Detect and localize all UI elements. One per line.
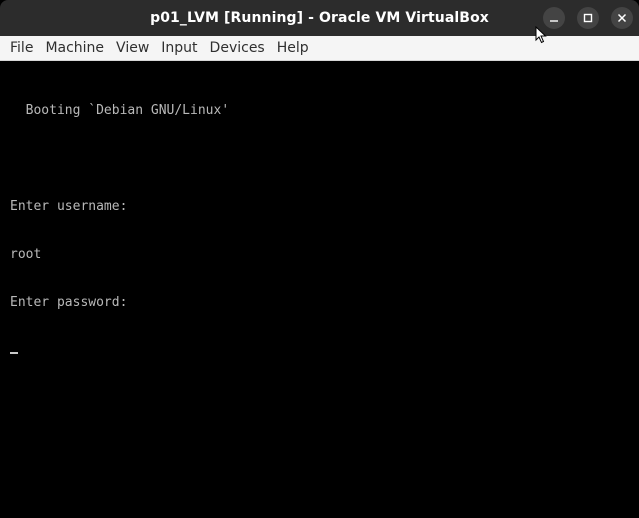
mouse-pointer-icon bbox=[535, 25, 547, 48]
console-line-username-prompt: Enter username: bbox=[10, 199, 128, 214]
text-cursor bbox=[10, 351, 18, 354]
close-button[interactable] bbox=[611, 7, 633, 29]
vm-display[interactable]: Booting `Debian GNU/Linux' Enter usernam… bbox=[0, 61, 639, 518]
console-line-password-prompt: Enter password: bbox=[10, 295, 128, 310]
menu-view[interactable]: View bbox=[110, 36, 155, 60]
menu-machine[interactable]: Machine bbox=[39, 36, 110, 60]
console-output: Booting `Debian GNU/Linux' Enter usernam… bbox=[10, 71, 229, 391]
maximize-icon bbox=[583, 13, 593, 23]
virtualbox-window: p01_LVM [Running] - Oracle VM VirtualBox… bbox=[0, 0, 639, 518]
menu-input[interactable]: Input bbox=[155, 36, 203, 60]
menu-file[interactable]: File bbox=[4, 36, 39, 60]
close-icon bbox=[617, 13, 627, 23]
maximize-button[interactable] bbox=[577, 7, 599, 29]
console-line-username-value: root bbox=[10, 247, 42, 262]
menu-help[interactable]: Help bbox=[271, 36, 315, 60]
minimize-icon bbox=[550, 20, 558, 22]
console-cursor-line bbox=[10, 343, 229, 359]
console-line-booting: Booting `Debian GNU/Linux' bbox=[10, 103, 230, 118]
menu-devices[interactable]: Devices bbox=[204, 36, 271, 60]
